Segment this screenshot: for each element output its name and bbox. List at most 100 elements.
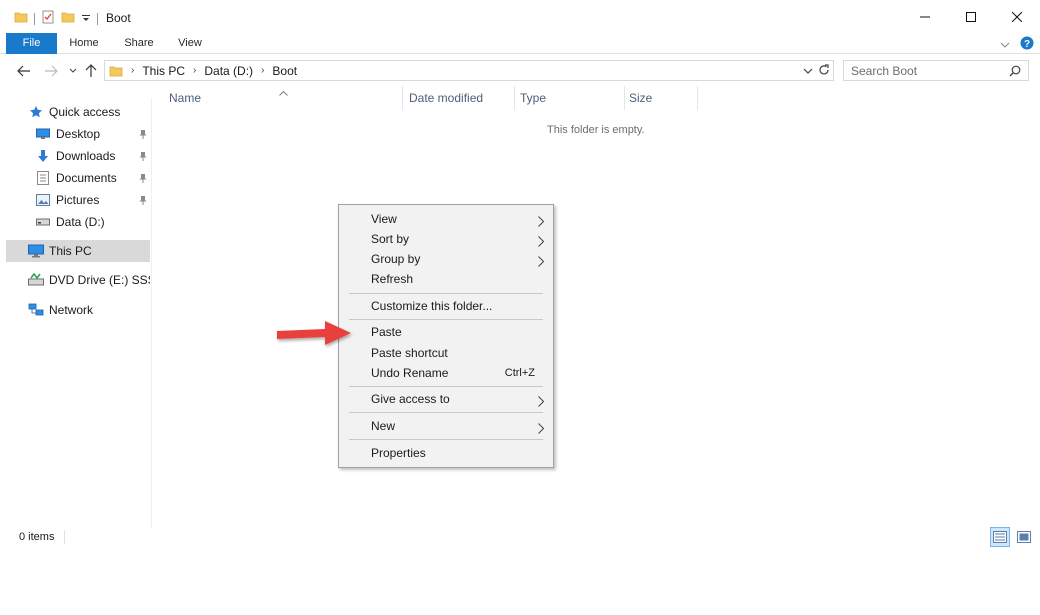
nav-dvd-drive[interactable]: DVD Drive (E:) SSS_X6 <box>6 269 150 291</box>
forward-button[interactable] <box>42 62 60 80</box>
status-item-count: 0 items <box>19 531 55 543</box>
menu-shortcut: Ctrl+Z <box>504 367 535 379</box>
menu-item-paste[interactable]: Paste <box>339 322 553 342</box>
menu-label: Group by <box>371 252 421 266</box>
menu-item-group-by[interactable]: Group by <box>339 249 553 269</box>
address-dropdown-button[interactable] <box>803 64 813 78</box>
context-menu: View Sort by Group by Refresh Customize … <box>338 204 554 468</box>
nav-pictures[interactable]: Pictures <box>6 189 150 211</box>
search-input[interactable]: Search Boot <box>843 60 1029 81</box>
folder-icon[interactable] <box>14 10 28 27</box>
breadcrumb-this-pc[interactable]: This PC <box>142 64 185 78</box>
nav-label: This PC <box>49 244 92 258</box>
menu-separator <box>349 439 543 440</box>
quick-access-toolbar <box>14 10 98 27</box>
documents-icon <box>35 170 51 186</box>
tab-home[interactable]: Home <box>62 33 106 54</box>
submenu-arrow-icon <box>538 393 545 413</box>
drive-icon <box>35 214 51 230</box>
details-view-icon <box>993 531 1007 543</box>
chevron-down-icon <box>803 68 813 74</box>
column-header-type[interactable]: Type <box>520 86 546 110</box>
large-icons-view-button[interactable] <box>1014 527 1034 547</box>
search-icon[interactable] <box>1009 65 1021 80</box>
nav-desktop[interactable]: Desktop <box>6 123 150 145</box>
window-title: Boot <box>106 11 131 25</box>
menu-item-new[interactable]: New <box>339 416 553 436</box>
menu-item-paste-shortcut[interactable]: Paste shortcut <box>339 343 553 363</box>
menu-item-sort-by[interactable]: Sort by <box>339 229 553 249</box>
column-divider[interactable] <box>514 86 515 110</box>
menu-label: Refresh <box>371 272 414 286</box>
navigation-pane: Quick access Desktop Downloads Documents <box>6 98 152 528</box>
breadcrumb-separator-icon: › <box>193 65 197 76</box>
maximize-icon <box>966 12 976 22</box>
column-header-size[interactable]: Size <box>629 86 652 110</box>
tab-view[interactable]: View <box>168 33 212 54</box>
up-button[interactable] <box>82 62 100 80</box>
menu-item-refresh[interactable]: Refresh <box>339 269 553 289</box>
menu-item-give-access-to[interactable]: Give access to <box>339 389 553 409</box>
pin-icon[interactable] <box>139 150 147 164</box>
chevron-down-icon <box>69 68 77 73</box>
nav-downloads[interactable]: Downloads <box>6 145 150 167</box>
expand-ribbon-icon[interactable] <box>1000 38 1010 52</box>
back-button[interactable] <box>15 62 33 80</box>
menu-item-view[interactable]: View <box>339 209 553 229</box>
details-view-button[interactable] <box>990 527 1010 547</box>
help-icon[interactable]: ? <box>1020 36 1034 53</box>
empty-folder-message: This folder is empty. <box>547 124 645 136</box>
nav-label: DVD Drive (E:) SSS_X6 <box>49 273 150 287</box>
nav-label: Quick access <box>49 105 121 119</box>
breadcrumb-boot[interactable]: Boot <box>272 64 297 78</box>
properties-icon[interactable] <box>41 10 55 27</box>
address-row: › This PC › Data (D:) › Boot Search Boot <box>0 58 1040 84</box>
refresh-icon <box>819 64 829 75</box>
tab-share[interactable]: Share <box>117 33 161 54</box>
pin-icon[interactable] <box>139 128 147 142</box>
nav-network[interactable]: Network <box>6 299 150 321</box>
column-header-name[interactable]: Name <box>169 86 201 110</box>
recent-locations-button[interactable] <box>64 62 82 80</box>
forward-arrow-icon <box>45 65 58 77</box>
menu-item-properties[interactable]: Properties <box>339 443 553 463</box>
minimize-icon <box>920 16 930 18</box>
new-folder-icon[interactable] <box>61 10 75 27</box>
column-divider[interactable] <box>624 86 625 110</box>
address-bar[interactable]: › This PC › Data (D:) › Boot <box>104 60 834 81</box>
breadcrumb-data-d[interactable]: Data (D:) <box>204 64 253 78</box>
nav-documents[interactable]: Documents <box>6 167 150 189</box>
column-divider[interactable] <box>697 86 698 110</box>
menu-item-undo-rename[interactable]: Undo Rename Ctrl+Z <box>339 363 553 383</box>
pin-icon[interactable] <box>139 194 147 208</box>
menu-label: Undo Rename <box>371 366 449 380</box>
nav-data-d[interactable]: Data (D:) <box>6 211 150 233</box>
submenu-arrow-icon <box>538 420 545 440</box>
menu-item-customize-folder[interactable]: Customize this folder... <box>339 296 553 316</box>
column-divider[interactable] <box>402 86 403 110</box>
close-button[interactable] <box>994 0 1040 34</box>
menu-separator <box>349 319 543 320</box>
pin-icon[interactable] <box>139 172 147 186</box>
column-header-date-modified[interactable]: Date modified <box>409 86 483 110</box>
tab-file[interactable]: File <box>6 33 57 54</box>
menu-label: View <box>371 212 397 226</box>
up-arrow-icon <box>85 64 97 77</box>
nav-quick-access[interactable]: Quick access <box>6 101 150 123</box>
customize-toolbar-icon[interactable] <box>81 12 91 26</box>
dvd-icon <box>28 272 44 288</box>
title-bar: Boot <box>0 0 1040 34</box>
minimize-button[interactable] <box>902 0 948 34</box>
sort-ascending-icon <box>279 85 288 99</box>
nav-label: Data (D:) <box>56 215 105 229</box>
breadcrumb-separator-icon: › <box>261 65 265 76</box>
network-icon <box>28 302 44 318</box>
computer-icon <box>28 243 44 259</box>
nav-this-pc[interactable]: This PC <box>6 240 150 262</box>
menu-label: Paste <box>371 325 402 339</box>
nav-label: Downloads <box>56 149 116 163</box>
folder-icon <box>109 64 123 78</box>
maximize-button[interactable] <box>948 0 994 34</box>
desktop-icon <box>35 126 51 142</box>
refresh-button[interactable] <box>818 64 830 79</box>
